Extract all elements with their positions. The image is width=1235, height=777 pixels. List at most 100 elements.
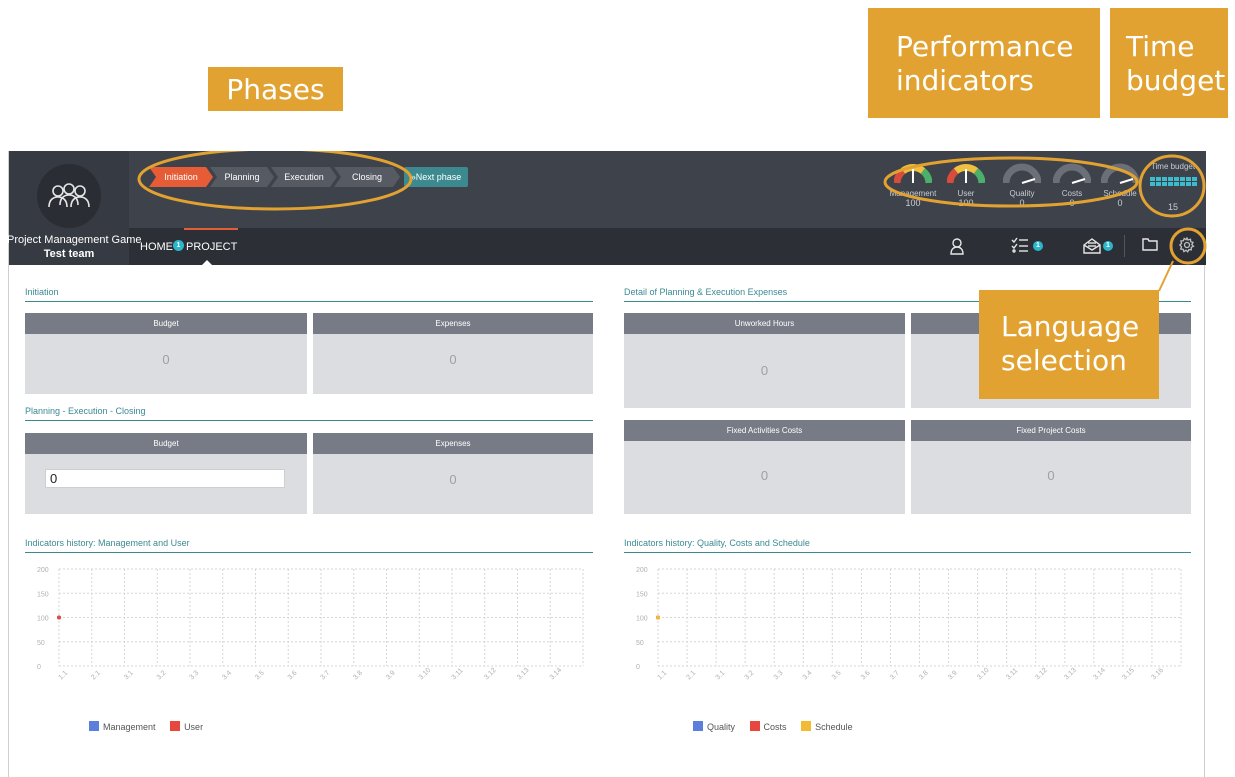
nav-home[interactable]: HOME	[140, 241, 173, 253]
section-divider	[25, 420, 593, 421]
pec-title: Planning - Execution - Closing	[25, 406, 146, 416]
card-header: Unworked Hours	[624, 313, 905, 334]
x-tick-label: 3.12	[1034, 667, 1049, 682]
x-tick-label: 3.1	[123, 670, 135, 682]
messages-badge: 1	[1103, 241, 1113, 251]
x-tick-label: 3.11	[450, 667, 464, 681]
indicators-chart-quality-costs-schedule: 0 50 100 150 200 1.1 2.1 3.1 3.2 3.3 3.4 3.5 3.6 3.7 3…	[636, 567, 1182, 682]
x-tick-label: 3.1	[715, 670, 727, 682]
card-header: Budget	[25, 313, 307, 334]
fixed-activities-card: Fixed Activities Costs 0	[624, 420, 905, 514]
x-tick-label: 3.14	[549, 667, 564, 682]
card-value: 0	[449, 352, 457, 367]
chart-right-title: Indicators history: Quality, Costs and S…	[624, 538, 810, 548]
chart-left-legend: Management User	[89, 721, 215, 732]
chart-left-title: Indicators history: Management and User	[25, 538, 190, 548]
unworked-hours-card: Unworked Hours 0	[624, 313, 905, 408]
nav-caret	[202, 260, 212, 265]
x-tick-label: 3.13	[1063, 667, 1078, 682]
y-tick-label: 200	[37, 567, 49, 574]
callout-connector	[1158, 260, 1174, 292]
x-tick-label: 3.15	[1121, 667, 1136, 682]
tasks-badge: 1	[1033, 241, 1043, 251]
users-icon	[37, 164, 101, 228]
x-tick-label: 3.4	[221, 670, 233, 682]
x-tick-label: 3.2	[156, 670, 168, 682]
x-tick-label: 3.14	[1092, 667, 1107, 682]
y-tick-label: 150	[636, 591, 648, 598]
toolbar-divider	[1124, 235, 1125, 257]
x-tick-label: 3.2	[744, 670, 756, 682]
x-tick-label: 3.7	[889, 670, 901, 682]
card-header: Fixed Project Costs	[911, 420, 1191, 441]
card-value: 0	[760, 468, 769, 483]
y-tick-label: 0	[636, 664, 640, 671]
pec-budget-card: Budget 0	[25, 433, 307, 514]
card-header: Expenses	[313, 313, 593, 334]
app-name: Project Management Game	[7, 234, 142, 246]
section-divider	[25, 552, 593, 553]
x-tick-label: 1.1	[57, 670, 69, 682]
y-tick-label: 50	[636, 640, 644, 647]
performance-indicators-callout: Performance indicators	[868, 8, 1100, 118]
y-tick-label: 100	[37, 616, 49, 623]
x-tick-label: 3.11	[1005, 667, 1019, 681]
x-tick-label: 3.3	[188, 670, 200, 682]
legend-user: User	[170, 721, 203, 732]
y-tick-label: 200	[636, 567, 648, 574]
user-icon[interactable]	[949, 237, 965, 260]
x-tick-label: 3.10	[976, 667, 991, 682]
initiation-budget-card: Budget 0	[25, 313, 307, 394]
budget-input[interactable]: 0	[45, 469, 285, 488]
performance-indicators-highlight	[883, 156, 1139, 208]
x-tick-label: 3.6	[287, 670, 299, 682]
y-tick-label: 100	[636, 616, 648, 623]
initiation-title: Initiation	[25, 287, 59, 297]
legend-quality: Quality	[693, 721, 735, 732]
x-tick-label: 3.9	[385, 670, 397, 682]
phases-highlight	[137, 151, 413, 211]
app-window: Project Management Game Test team Initia…	[7, 151, 1207, 777]
card-value: 0	[162, 352, 170, 367]
x-tick-label: 3.4	[802, 670, 814, 682]
nav-project[interactable]: PROJECT	[186, 241, 237, 253]
folder-icon[interactable]	[1142, 237, 1158, 256]
data-point-user	[57, 615, 61, 620]
team-name: Test team	[43, 248, 95, 260]
language-selection-callout: Language selection	[979, 290, 1159, 399]
card-header: Fixed Activities Costs	[624, 420, 905, 441]
pec-expenses-card: Expenses 0	[313, 433, 593, 514]
task-list-icon[interactable]	[1011, 237, 1029, 258]
x-tick-label: 3.6	[860, 670, 872, 682]
y-tick-label: 50	[37, 640, 45, 647]
x-tick-label: 3.7	[319, 670, 331, 682]
time-budget-highlight	[1138, 154, 1206, 218]
x-tick-label: 3.10	[418, 667, 433, 682]
x-tick-label: 3.3	[773, 670, 785, 682]
section-divider	[624, 552, 1191, 553]
card-value: 0	[1047, 468, 1055, 483]
indicators-chart-management-user: 0 50 100 150 200 1.1 2.1 3.1 3.2 3.3 3.4 3.5 3.6 3.7 3…	[37, 567, 584, 682]
y-tick-label: 150	[37, 591, 49, 598]
legend-schedule: Schedule	[801, 721, 853, 732]
x-tick-label: 3.8	[918, 670, 930, 682]
x-tick-label: 1.1	[656, 670, 668, 682]
inbox-icon[interactable]	[1083, 237, 1101, 259]
fixed-project-card: Fixed Project Costs 0	[911, 420, 1191, 514]
detail-title: Detail of Planning & Execution Expenses	[624, 287, 788, 297]
card-value: 0	[760, 363, 769, 378]
section-divider	[25, 301, 593, 302]
x-tick-label: 3.13	[516, 667, 531, 682]
x-tick-label: 3.5	[254, 670, 266, 682]
chart-right-legend: Quality Costs Schedule	[693, 721, 865, 732]
x-tick-label: 3.5	[831, 670, 843, 682]
x-tick-label: 3.9	[947, 670, 959, 682]
time-budget-callout: Time budget	[1110, 8, 1228, 118]
brand-panel: Project Management Game Test team	[7, 151, 142, 265]
phases-callout: Phases	[208, 67, 343, 111]
legend-costs: Costs	[749, 721, 787, 732]
x-tick-label: 3.16	[1150, 667, 1165, 682]
x-tick-label: 2.1	[686, 670, 698, 682]
data-point-schedule	[656, 615, 660, 620]
card-header: Budget	[25, 433, 307, 454]
